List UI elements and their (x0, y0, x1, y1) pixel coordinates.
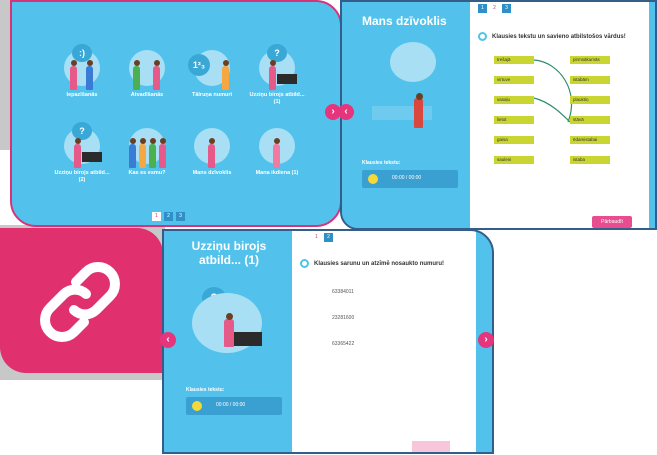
topic-caption: Iepazīšanās (66, 92, 98, 98)
word-left[interactable]: sauleni (494, 156, 534, 164)
exercise-pagination: 1 2 (312, 233, 333, 242)
number-option[interactable]: 63365422 (332, 341, 354, 347)
word-right[interactable]: ēdamistabai (570, 136, 610, 144)
exercise-title: Mans dzīvoklis (362, 14, 447, 28)
woman-figure (224, 319, 234, 347)
exercise-content: 1 2 3 Klausies tekstu un savieno atbilst… (470, 2, 654, 228)
question-bubble-icon: ? (72, 122, 92, 140)
topic-tile-introductions[interactable]: :) Iepazīšanās (52, 42, 112, 99)
topic-caption: Tālruņa numuri (191, 92, 233, 98)
audio-time: 00:00 / 00:00 (216, 402, 246, 408)
composite-screenshot: :) Iepazīšanās Atvadīšanās 1²₃ Tālruņa n… (0, 0, 657, 455)
topic-tile-daily-life-1[interactable]: Mana ikdiena (1) (247, 120, 307, 177)
topic-caption: Mana ikdiena (1) (255, 170, 299, 176)
topic-tile-farewells[interactable]: Atvadīšanās (117, 42, 177, 99)
topic-caption: Uzziņu birojs atbild... (2) (54, 170, 110, 183)
audio-player: 00:00 / 00:00 (362, 170, 458, 188)
word-left[interactable]: vasaļu (494, 96, 534, 104)
page-button[interactable]: 3 (176, 212, 185, 221)
audio-label: Klausies tekstu: (362, 160, 401, 166)
topic-tile-phone-numbers[interactable]: 1²₃ Tālruņa numuri (182, 42, 242, 99)
exercise-content: 1 2 Klausies sarunu un atzīmē nosaukto n… (292, 231, 476, 452)
exercise-prev-arrow-icon[interactable]: ‹ (338, 104, 354, 120)
word-left[interactable]: trešajā (494, 56, 534, 64)
exercise-instruction: Klausies sarunu un atzīmē nosaukto numur… (314, 261, 445, 267)
topic-caption: Atvadīšanās (130, 92, 164, 98)
play-icon[interactable] (368, 174, 378, 184)
topic-illustration (247, 120, 307, 168)
topic-illustration (182, 120, 242, 168)
play-icon[interactable] (192, 401, 202, 411)
topic-caption: Kas es esmu? (128, 170, 166, 176)
audio-time: 00:00 / 00:00 (392, 175, 422, 181)
topic-illustration (117, 42, 177, 90)
topic-illustration: 1²₃ (182, 42, 242, 90)
link-tile (0, 228, 163, 373)
menu-pagination: 1 2 3 (152, 212, 185, 221)
check-button-disabled (412, 441, 450, 452)
boy-figure (414, 98, 423, 128)
check-button[interactable]: Pārbaudīt (592, 216, 632, 228)
chain-link-icon (40, 262, 120, 342)
question-bubble-icon: ? (267, 44, 287, 62)
topic-illustration (117, 120, 177, 168)
topic-tile-my-apartment[interactable]: Mans dzīvoklis (182, 120, 242, 177)
word-right[interactable]: pirmsākumās (570, 56, 610, 64)
page-button[interactable]: 1 (152, 212, 161, 221)
page-button[interactable]: 1 (312, 233, 321, 242)
topic-tile-info-office-2[interactable]: ? Uzziņu birojs atbild... (2) (52, 120, 112, 184)
topic-menu-panel: :) Iepazīšanās Atvadīšanās 1²₃ Tālruņa n… (10, 0, 342, 227)
word-left[interactable]: gaisa (494, 136, 534, 144)
number-option[interactable]: 23281600 (332, 315, 354, 321)
numbers-bubble-icon: 1²₃ (188, 54, 210, 76)
page-button[interactable]: 2 (324, 233, 333, 242)
exercise-sidebar: Mans dzīvoklis Klausies tekstu: 00:00 / … (342, 2, 468, 228)
topic-tile-info-office-1[interactable]: ? Uzziņu birojs atbild... (1) (247, 42, 307, 106)
panel-edge (649, 2, 655, 228)
word-right[interactable]: istabām (570, 76, 610, 84)
topic-tile-who-am-i[interactable]: Kas es esmu? (117, 120, 177, 177)
page-button[interactable]: 2 (164, 212, 173, 221)
word-right[interactable]: plauktiņ (570, 96, 610, 104)
topic-caption: Uzziņu birojs atbild... (1) (249, 92, 305, 105)
topic-illustration: ? (247, 42, 307, 90)
word-right[interactable]: stāvā (570, 116, 610, 124)
exercise-title: Uzziņu birojs atbild... (1) (191, 239, 267, 267)
exercise2-prev-arrow-icon[interactable]: ‹ (160, 332, 176, 348)
radio-ring-icon (300, 259, 309, 268)
audio-label: Klausies tekstu: (186, 387, 225, 393)
topic-illustration: ? (52, 120, 112, 168)
number-exercise-panel: Uzziņu birojs atbild... (1) ? Klausies t… (162, 229, 494, 454)
matching-exercise-panel: Mans dzīvoklis Klausies tekstu: 00:00 / … (340, 0, 657, 230)
topic-illustration: :) (52, 42, 112, 90)
word-left[interactable]: virtuve (494, 76, 534, 84)
exercise2-next-arrow-icon[interactable]: › (478, 332, 494, 348)
word-right[interactable]: istaba (570, 156, 610, 164)
number-option[interactable]: 63384011 (332, 289, 354, 295)
audio-player: 00:00 / 00:00 (186, 397, 282, 415)
topic-caption: Mans dzīvoklis (192, 170, 232, 176)
word-left[interactable]: lietot (494, 116, 534, 124)
